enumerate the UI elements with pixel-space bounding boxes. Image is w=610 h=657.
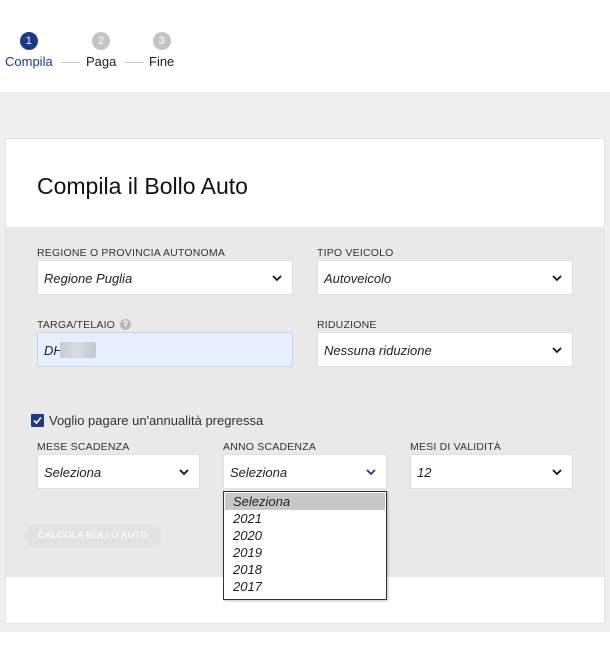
- question-icon[interactable]: ?: [120, 319, 131, 330]
- step-paga: 2 Paga: [86, 32, 116, 69]
- dropdown-option[interactable]: Seleziona: [225, 493, 385, 510]
- card-header: Compila il Bollo Auto: [6, 139, 604, 227]
- dropdown-option[interactable]: 2018: [225, 561, 385, 578]
- targa-input[interactable]: DH: [37, 332, 293, 367]
- dropdown-option[interactable]: 2019: [225, 544, 385, 561]
- chevron-down-icon: [179, 469, 189, 476]
- riduzione-label: RIDUZIONE: [317, 319, 377, 331]
- step-label: Compila: [5, 54, 53, 69]
- step-label: Paga: [86, 54, 117, 69]
- mese-scadenza-select[interactable]: Seleziona: [37, 454, 200, 489]
- step-number: 1: [19, 32, 38, 50]
- dropdown-option[interactable]: 2020: [225, 527, 385, 544]
- annualita-label[interactable]: Voglio pagare un'annualità pregressa: [49, 413, 263, 428]
- targa-label: TARGA/TELAIO: [37, 319, 116, 331]
- riduzione-select[interactable]: Nessuna riduzione: [317, 332, 573, 367]
- mese-scadenza-value: Seleziona: [44, 465, 102, 480]
- annualita-checkbox[interactable]: [31, 414, 44, 427]
- chevron-down-icon: [272, 275, 282, 282]
- chevron-down-icon: [552, 347, 562, 354]
- chevron-down-icon: [366, 469, 376, 476]
- step-compila[interactable]: 1 Compila: [5, 32, 53, 69]
- checkmark-icon: [33, 416, 42, 425]
- step-fine: 3 Fine: [149, 32, 174, 69]
- anno-scadenza-label: ANNO SCADENZA: [223, 441, 317, 453]
- step-divider: [124, 62, 144, 63]
- redacted-text: [60, 342, 96, 358]
- dropdown-option[interactable]: 2017: [225, 578, 385, 595]
- mesi-validita-value: 12: [417, 465, 432, 480]
- step-number: 2: [92, 32, 111, 50]
- step-divider: [60, 62, 80, 63]
- chevron-down-icon: [552, 469, 562, 476]
- page-title: Compila il Bollo Auto: [37, 173, 248, 199]
- tipo-veicolo-value: Autoveicolo: [324, 271, 392, 286]
- riduzione-value: Nessuna riduzione: [324, 343, 432, 358]
- mesi-validita-label: MESI DI VALIDITÀ: [410, 441, 502, 453]
- regione-label: REGIONE O PROVINCIA AUTONOMA: [37, 247, 226, 259]
- anno-scadenza-value: Seleziona: [230, 465, 288, 480]
- step-label: Fine: [149, 54, 175, 69]
- calcola-bollo-button[interactable]: CALCOLA BOLLO AUTO: [25, 524, 161, 548]
- tipo-veicolo-label: TIPO VEICOLO: [317, 247, 394, 259]
- chevron-down-icon: [552, 275, 562, 282]
- step-number: 3: [152, 32, 171, 50]
- anno-scadenza-dropdown: Seleziona 2021 2020 2019 2018 2017: [223, 491, 387, 600]
- mese-scadenza-label: MESE SCADENZA: [37, 441, 130, 453]
- mesi-validita-select[interactable]: 12: [410, 454, 573, 489]
- stepper: 1 Compila 2 Paga 3 Fine: [0, 30, 610, 80]
- regione-value: Regione Puglia: [44, 271, 133, 286]
- regione-select[interactable]: Regione Puglia: [37, 260, 293, 295]
- anno-scadenza-select[interactable]: Seleziona: [223, 454, 387, 489]
- tipo-veicolo-select[interactable]: Autoveicolo: [317, 260, 573, 295]
- dropdown-option[interactable]: 2021: [225, 510, 385, 527]
